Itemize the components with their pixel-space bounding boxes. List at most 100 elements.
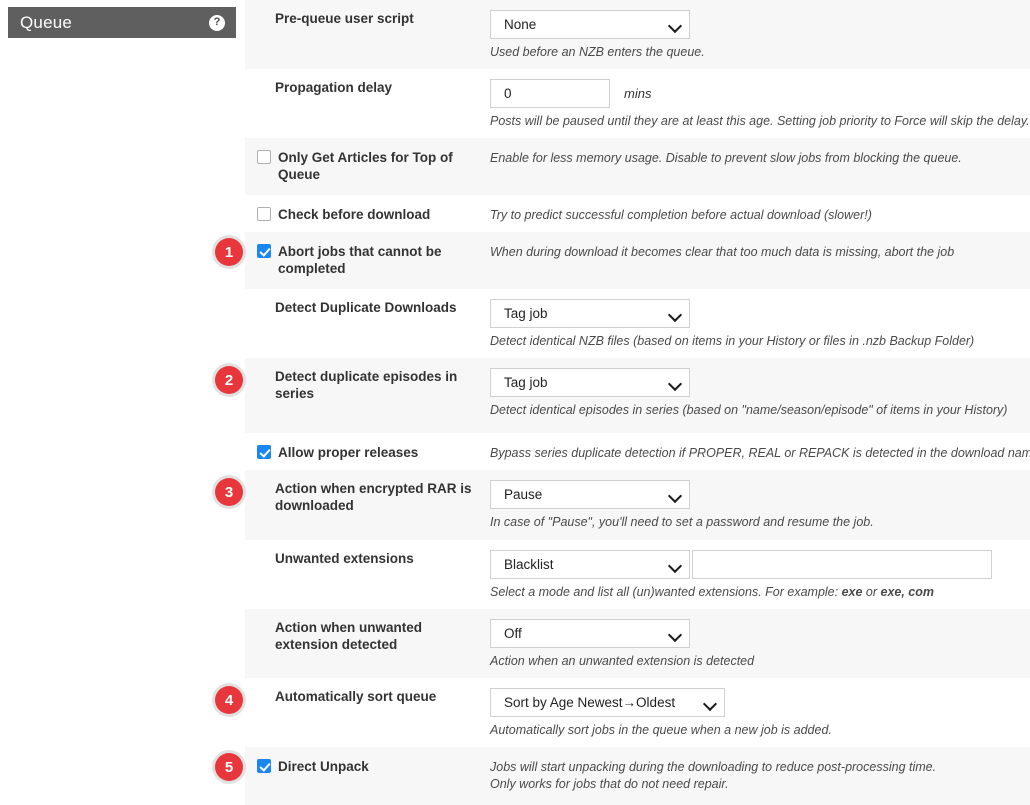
label-cell: Abort jobs that cannot be completed xyxy=(245,243,490,277)
page-title: Queue xyxy=(20,13,73,32)
setting-row-detect-duplicate-downloads: Detect Duplicate Downloads Tag job Detect … xyxy=(245,289,1030,358)
hint-text: Select a mode and list all (un)wanted ex… xyxy=(490,585,842,599)
setting-hint: Automatically sort jobs in the queue whe… xyxy=(490,723,832,737)
field-cell: Blacklist Select a mode and list all (un)… xyxy=(490,550,1030,601)
panel-header: Queue ? xyxy=(8,7,236,38)
hint-emphasis: exe xyxy=(841,585,863,599)
unit-label: mins xyxy=(624,86,652,101)
field-cell: Enable for less memory usage. Disable to… xyxy=(490,149,1030,167)
field-cell: Bypass series duplicate detection if PRO… xyxy=(490,444,1030,462)
label-cell: Automatically sort queue xyxy=(245,688,490,705)
step-badge-5: 5 xyxy=(215,753,243,781)
setting-row-check-before-download: Check before download Try to predict succ… xyxy=(245,195,1030,232)
setting-hint: Bypass series duplicate detection if PRO… xyxy=(490,446,1030,460)
setting-row-propagation-delay: Propagation delay mins Posts will be pause… xyxy=(245,69,1030,138)
select-pre-queue-user-script[interactable]: None xyxy=(490,10,690,39)
setting-hint: When during download it becomes clear th… xyxy=(490,245,955,259)
setting-row-pre-queue-user-script: Pre-queue user script None Used before an … xyxy=(245,0,1030,69)
setting-label: Pre-queue user script xyxy=(275,11,414,26)
checkbox-direct-unpack[interactable] xyxy=(257,759,271,773)
select-value: Pause xyxy=(504,487,543,502)
setting-row-automatically-sort-queue: 4 Automatically sort queue Sort by Age New… xyxy=(215,678,1030,747)
select-action-when-unwanted-extension-detected[interactable]: Off xyxy=(490,619,690,648)
checkbox-abort-jobs-that-cannot-be-completed[interactable] xyxy=(257,244,271,258)
setting-hint: Try to predict successful completion bef… xyxy=(490,208,872,222)
label-cell: Allow proper releases xyxy=(245,444,490,461)
settings-form: Pre-queue user script None Used before an … xyxy=(215,0,1030,805)
setting-hint: Used before an NZB enters the queue. xyxy=(490,45,705,59)
setting-label: Unwanted extensions xyxy=(275,551,414,566)
setting-hint-secondary: Only works for jobs that do not need rep… xyxy=(490,777,729,791)
setting-label: Propagation delay xyxy=(275,80,393,95)
setting-row-direct-unpack: 5 Direct Unpack Jobs will start unpacking … xyxy=(215,747,1030,805)
label-cell: Direct Unpack xyxy=(245,758,490,775)
input-propagation-delay[interactable] xyxy=(490,79,610,108)
field-cell: mins Posts will be paused until they are … xyxy=(490,79,1030,130)
chevron-down-icon xyxy=(669,489,681,501)
step-badge-3: 3 xyxy=(215,478,243,506)
field-cell: Off Action when an unwanted extension is … xyxy=(490,619,1030,670)
field-cell: Pause In case of "Pause", you'll need to … xyxy=(490,480,1030,531)
checkbox-allow-proper-releases[interactable] xyxy=(257,445,271,459)
field-cell: When during download it becomes clear th… xyxy=(490,243,1030,261)
chevron-down-icon xyxy=(669,628,681,640)
chevron-down-icon xyxy=(669,19,681,31)
checkbox-check-before-download[interactable] xyxy=(257,207,271,221)
left-column: Queue ? xyxy=(0,0,245,786)
select-unwanted-extensions[interactable]: Blacklist xyxy=(490,550,690,579)
extension-controls: Blacklist xyxy=(490,550,1020,579)
setting-label: Detect Duplicate Downloads xyxy=(275,300,457,315)
setting-row-allow-proper-releases: Allow proper releases Bypass series dupli… xyxy=(245,433,1030,470)
chevron-down-icon xyxy=(669,559,681,571)
chevron-down-icon xyxy=(669,377,681,389)
label-cell: Unwanted extensions xyxy=(245,550,490,567)
label-cell: Propagation delay xyxy=(245,79,490,96)
field-cell: Sort by Age Newest→Oldest Automatically s… xyxy=(490,688,1030,739)
setting-hint: Enable for less memory usage. Disable to… xyxy=(490,151,962,165)
select-action-when-encrypted-rar-is-downloaded[interactable]: Pause xyxy=(490,480,690,509)
select-automatically-sort-queue[interactable]: Sort by Age Newest→Oldest xyxy=(490,688,725,717)
setting-label: Allow proper releases xyxy=(278,445,419,460)
select-detect-duplicate-episodes-in-series[interactable]: Tag job xyxy=(490,368,690,397)
setting-label: Action when encrypted RAR is downloaded xyxy=(275,481,472,513)
chevron-down-icon xyxy=(704,697,716,709)
setting-row-unwanted-extensions: Unwanted extensions Blacklist Select a mod… xyxy=(245,540,1030,609)
setting-hint: Posts will be paused until they are at l… xyxy=(490,114,1030,128)
select-value: Off xyxy=(504,626,522,641)
step-badge-2: 2 xyxy=(215,366,243,394)
setting-label: Abort jobs that cannot be completed xyxy=(278,244,442,276)
label-cell: Action when unwanted extension detected xyxy=(245,619,490,653)
setting-label: Direct Unpack xyxy=(278,759,369,774)
setting-hint: In case of "Pause", you'll need to set a… xyxy=(490,515,874,529)
setting-label: Check before download xyxy=(278,207,431,222)
label-cell: Detect duplicate episodes in series xyxy=(245,368,490,402)
field-cell: Tag job Detect identical episodes in seri… xyxy=(490,368,1030,419)
question-mark-icon[interactable]: ? xyxy=(209,14,225,31)
setting-row-detect-duplicate-episodes-in-series: 2 Detect duplicate episodes in series Tag … xyxy=(215,358,1030,433)
input-unwanted-extensions-list[interactable] xyxy=(692,550,992,579)
setting-row-action-when-encrypted-rar-is-downloaded: 3 Action when encrypted RAR is downloaded… xyxy=(215,470,1030,540)
setting-hint: Action when an unwanted extension is det… xyxy=(490,654,755,668)
setting-label: Automatically sort queue xyxy=(275,689,437,704)
checkbox-only-get-articles-for-top-of-queue[interactable] xyxy=(257,150,271,164)
setting-hint: Detect identical NZB files (based on ite… xyxy=(490,334,975,348)
number-field-wrap: mins xyxy=(490,79,1020,108)
setting-hint: Detect identical episodes in series (bas… xyxy=(490,403,1008,417)
label-cell: Pre-queue user script xyxy=(245,10,490,27)
label-cell: Action when encrypted RAR is downloaded xyxy=(245,480,490,514)
step-badge-4: 4 xyxy=(215,686,243,714)
setting-row-action-when-unwanted-extension-detected: Action when unwanted extension detected O… xyxy=(245,609,1030,678)
select-value: Tag job xyxy=(504,375,548,390)
label-cell: Check before download xyxy=(245,206,490,223)
field-cell: Try to predict successful completion bef… xyxy=(490,206,1030,224)
select-value: Tag job xyxy=(504,306,548,321)
label-cell: Only Get Articles for Top of Queue xyxy=(245,149,490,183)
select-detect-duplicate-downloads[interactable]: Tag job xyxy=(490,299,690,328)
label-cell: Detect Duplicate Downloads xyxy=(245,299,490,316)
select-value: Sort by Age Newest→Oldest xyxy=(504,695,676,710)
hint-emphasis: exe, com xyxy=(880,585,935,599)
setting-row-only-get-articles-for-top-of-queue: Only Get Articles for Top of Queue Enable… xyxy=(245,138,1030,195)
field-cell: Jobs will start unpacking during the dow… xyxy=(490,758,1030,793)
chevron-down-icon xyxy=(669,308,681,320)
setting-hint: Jobs will start unpacking during the dow… xyxy=(490,760,937,774)
